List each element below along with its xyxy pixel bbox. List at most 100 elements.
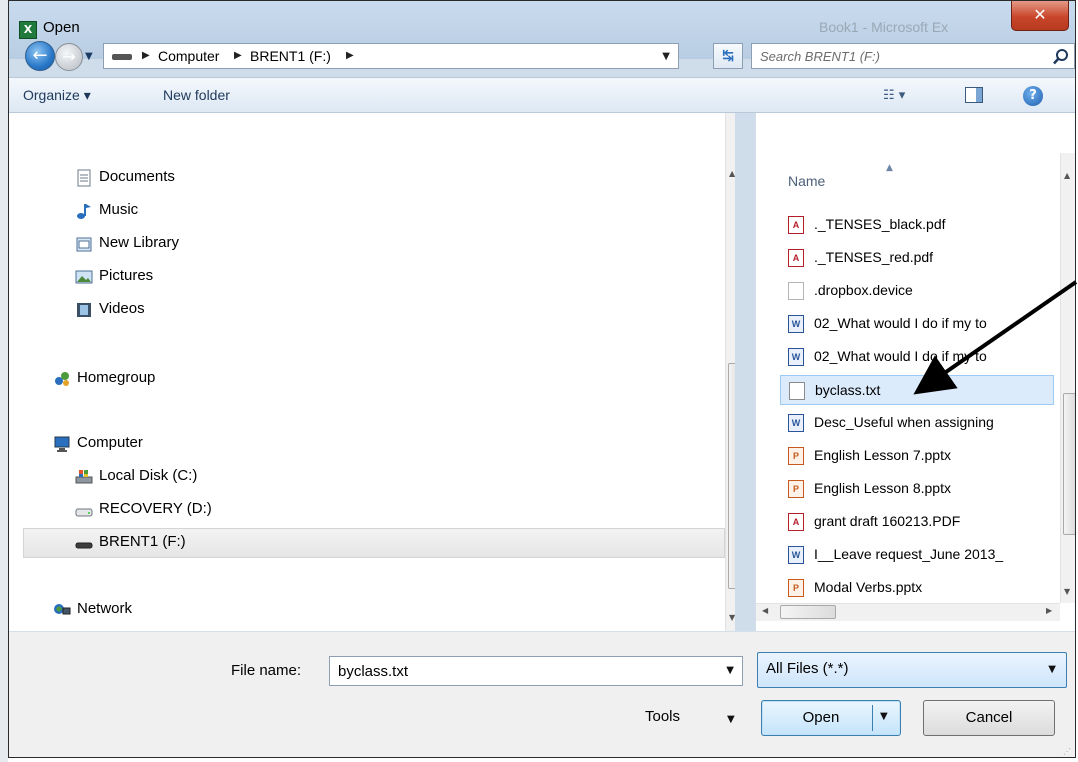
scroll-right-icon[interactable]: ▶	[1046, 606, 1052, 615]
tools-dropdown-icon[interactable]: ▼	[727, 714, 735, 725]
file-row[interactable]: W Desc_Useful when assigning	[780, 408, 1054, 438]
cancel-button[interactable]: Cancel	[923, 700, 1055, 736]
breadcrumb-separator-icon[interactable]: ▶	[142, 50, 150, 61]
preview-pane-icon	[976, 88, 982, 102]
file-name: byclass.txt	[815, 382, 881, 398]
file-name-combobox[interactable]: ▼	[329, 656, 743, 686]
close-button[interactable]: ✕	[1011, 1, 1069, 31]
nav-item-label: Homegroup	[77, 369, 156, 386]
recent-locations-dropdown[interactable]: ▼	[85, 51, 93, 62]
scrollbar-thumb[interactable]	[780, 605, 836, 619]
address-history-dropdown-icon[interactable]: ▼	[662, 51, 670, 62]
search-box[interactable]	[751, 43, 1075, 69]
breadcrumb-separator-icon[interactable]: ▶	[234, 50, 242, 61]
breadcrumb-computer[interactable]: Computer	[158, 48, 219, 64]
drive-icon	[112, 54, 132, 60]
open-options-dropdown-icon[interactable]: ▼	[880, 711, 888, 722]
file-name: I__Leave request_June 2013_	[814, 546, 1004, 562]
sort-ascending-icon: ▲	[886, 163, 893, 173]
navigation-scrollbar[interactable]: ▲ ▼	[725, 113, 735, 631]
file-name: Desc_Useful when assigning	[814, 414, 994, 430]
open-dialog: X Open Book1 - Microsoft Ex ✕ ← → ▼ ▶ Co…	[8, 0, 1076, 758]
nav-item-label: Music	[99, 201, 139, 218]
file-row[interactable]: P Modal Verbs.pptx	[780, 573, 1054, 603]
file-name: ._TENSES_black.pdf	[814, 216, 946, 232]
file-name: English Lesson 7.pptx	[814, 447, 951, 463]
file-type-select[interactable]: All Files (*.*) ▼	[757, 652, 1067, 688]
file-name: grant draft 160213.PDF	[814, 513, 961, 529]
organize-button[interactable]: Organize ▾	[23, 87, 91, 104]
breadcrumb-separator-icon[interactable]: ▶	[346, 50, 354, 61]
back-arrow-icon: ←	[32, 45, 48, 66]
forward-button[interactable]: →	[55, 43, 83, 71]
file-row[interactable]: W I__Leave request_June 2013_	[780, 540, 1054, 570]
new-folder-button[interactable]: New folder	[163, 87, 230, 103]
search-input[interactable]	[758, 48, 1042, 65]
breadcrumb-drive[interactable]: BRENT1 (F:)	[250, 48, 331, 64]
horizontal-scrollbar[interactable]: ◀ ▶	[756, 603, 1060, 621]
refresh-icon: ↹	[722, 48, 734, 64]
powerpoint-file-icon: P	[788, 447, 804, 465]
nav-item-label: New Library	[99, 234, 180, 251]
file-name: English Lesson 8.pptx	[814, 480, 951, 496]
computer-icon	[54, 436, 70, 452]
file-row[interactable]: A grant draft 160213.PDF	[780, 507, 1054, 537]
pdf-file-icon: A	[788, 216, 804, 234]
split-divider	[872, 705, 873, 731]
file-row-selected[interactable]: byclass.txt	[780, 375, 1054, 405]
powerpoint-file-icon: P	[788, 579, 804, 597]
file-row[interactable]: W 02_What would I do if my to	[780, 342, 1054, 372]
nav-item-label: BRENT1 (F:)	[99, 533, 186, 550]
scrollbar-thumb[interactable]	[1063, 393, 1075, 535]
file-name-label: File name:	[231, 662, 302, 679]
local-disk-icon	[75, 470, 93, 484]
documents-icon	[77, 169, 91, 187]
bottom-panel: File name: ▼ All Files (*.*) ▼ Tools ▼ O…	[9, 631, 1075, 757]
file-name-dropdown-icon[interactable]: ▼	[726, 665, 734, 676]
nav-item-label: Documents	[99, 168, 175, 185]
pdf-file-icon: A	[788, 249, 804, 267]
file-row[interactable]: P English Lesson 7.pptx	[780, 441, 1054, 471]
help-button[interactable]: ?	[1023, 86, 1043, 106]
scroll-down-icon[interactable]: ▼	[1064, 587, 1070, 596]
file-row[interactable]: W 02_What would I do if my to	[780, 309, 1054, 339]
nav-item-label: Local Disk (C:)	[99, 467, 198, 484]
scrollbar-thumb[interactable]	[728, 363, 735, 589]
excel-app-icon: X	[19, 21, 37, 39]
scroll-up-icon[interactable]: ▲	[1064, 171, 1070, 180]
tools-button[interactable]: Tools	[645, 708, 680, 725]
close-icon: ✕	[1033, 5, 1047, 24]
search-icon[interactable]	[1052, 48, 1070, 66]
file-row[interactable]: A ._TENSES_black.pdf	[780, 210, 1054, 240]
file-name: Modal Verbs.pptx	[814, 579, 923, 595]
address-bar[interactable]: ▶ Computer ▶ BRENT1 (F:) ▶ ▼	[103, 43, 679, 69]
network-icon	[54, 604, 71, 615]
file-row[interactable]: A ._TENSES_red.pdf	[780, 243, 1054, 273]
videos-icon	[77, 303, 91, 317]
scroll-up-icon[interactable]: ▲	[729, 169, 735, 178]
file-type-dropdown-icon[interactable]: ▼	[1048, 664, 1056, 675]
open-button[interactable]: Open ▼	[761, 700, 901, 736]
scroll-left-icon[interactable]: ◀	[762, 606, 768, 615]
column-header-name[interactable]: Name	[788, 173, 825, 189]
file-name-input[interactable]	[336, 662, 710, 681]
refresh-button[interactable]: ↹	[713, 43, 743, 69]
nav-item-label: RECOVERY (D:)	[99, 500, 212, 517]
scroll-down-icon[interactable]: ▼	[729, 613, 735, 622]
back-button[interactable]: ←	[25, 41, 55, 71]
powerpoint-file-icon: P	[788, 480, 804, 498]
library-icon	[76, 237, 92, 252]
file-name: .dropbox.device	[814, 282, 913, 298]
nav-item-label: Computer	[77, 434, 143, 451]
file-name: 02_What would I do if my to	[814, 315, 987, 331]
file-list-scrollbar[interactable]: ▲ ▼	[1060, 153, 1075, 603]
file-row[interactable]: .dropbox.device	[780, 276, 1054, 306]
file-row[interactable]: P English Lesson 8.pptx	[780, 474, 1054, 504]
preview-pane-button[interactable]	[965, 87, 983, 103]
nav-item-label: Network	[77, 600, 133, 617]
file-name: ._TENSES_red.pdf	[814, 249, 934, 265]
nav-item-label: Videos	[99, 300, 145, 317]
resize-grip-icon[interactable]: ⋰	[1063, 747, 1071, 756]
change-view-button[interactable]: ☷ ▾	[883, 88, 905, 103]
help-icon: ?	[1029, 88, 1037, 103]
